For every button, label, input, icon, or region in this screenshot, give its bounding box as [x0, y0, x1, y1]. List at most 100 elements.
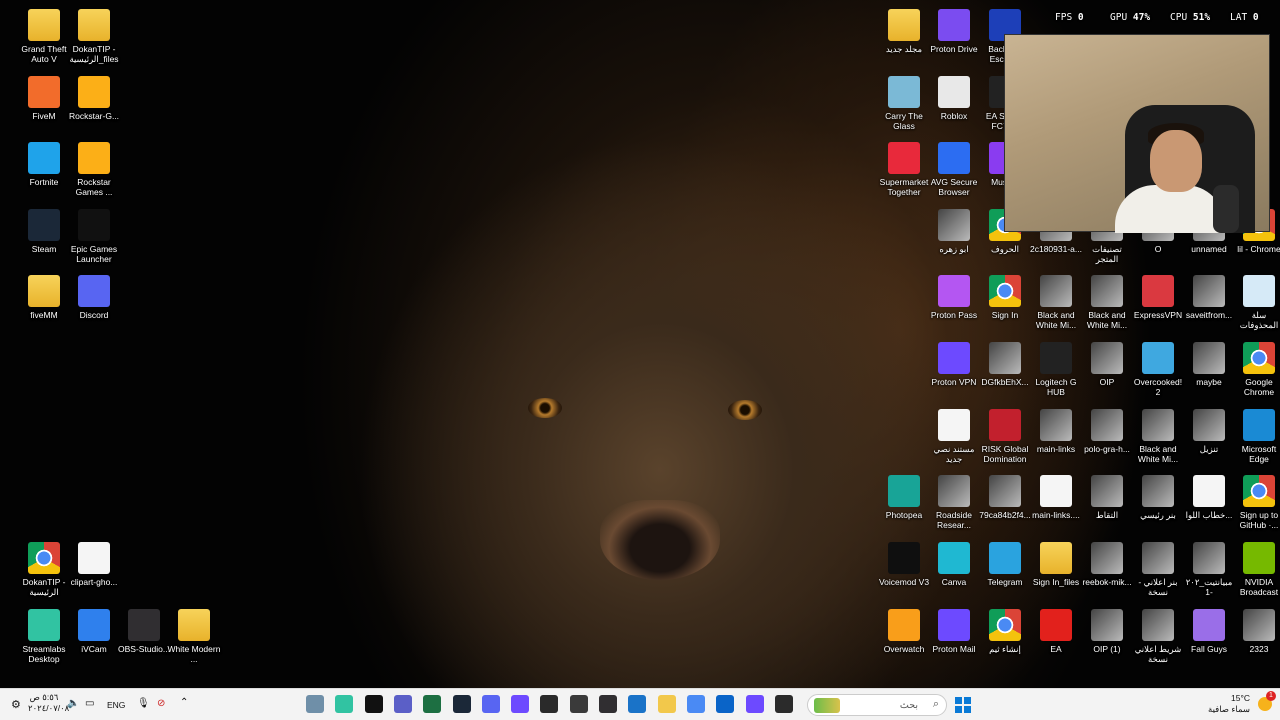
text-file-icon [938, 409, 970, 441]
desktop-icon[interactable]: reebok-mik... [1080, 539, 1134, 605]
desktop-icon[interactable]: DGfkbEhX... [978, 339, 1032, 405]
desktop-icon[interactable]: OIP (1) [1080, 606, 1134, 672]
taskbar-search[interactable]: بحث ⌕ [807, 694, 947, 716]
desktop-icon[interactable]: OBS-Studio... [117, 606, 171, 672]
desktop-icon[interactable]: Logitech G HUB [1029, 339, 1083, 405]
discord-icon[interactable] [481, 695, 500, 713]
desktop-icon[interactable]: 2323 [1232, 606, 1280, 672]
desktop-icon[interactable]: شريط اعلاني نسخة [1131, 606, 1185, 672]
desktop-icon[interactable]: Black and White Mi... [1080, 272, 1134, 338]
desktop-icon[interactable]: AVG Secure Browser [927, 139, 981, 205]
desktop-icon[interactable]: 79ca84b2f4... [978, 472, 1032, 538]
desktop-icon[interactable]: Voicemod V3 [877, 539, 931, 605]
capcut-icon[interactable] [364, 695, 383, 713]
desktop-icon[interactable]: بنر اعلاني - نسخة [1131, 539, 1185, 605]
weather-widget[interactable]: 15°C سماء صافية 1 [1200, 691, 1276, 717]
desktop-icon[interactable]: Grand Theft Auto V [17, 6, 71, 72]
security-icon[interactable]: ⊘ [157, 698, 165, 709]
start-button[interactable] [955, 697, 971, 713]
desktop-icon[interactable]: Proton Pass [927, 272, 981, 338]
desktop-icon[interactable]: Overcooked! 2 [1131, 339, 1185, 405]
desktop-icon[interactable]: Streamlabs Desktop [17, 606, 71, 672]
desktop-icon[interactable]: Microsoft Edge [1232, 406, 1280, 472]
folder-icon [28, 275, 60, 307]
desktop-icon[interactable]: main-links [1029, 406, 1083, 472]
desktop-icon[interactable]: Supermarket Together [877, 139, 931, 205]
desktop-icon[interactable]: Overwatch [877, 606, 931, 672]
desktop-icon[interactable]: Photopea [877, 472, 931, 538]
desktop-icon[interactable]: DokanTIP - الرئيسية [17, 539, 71, 605]
desktop-icon[interactable]: FiveM [17, 73, 71, 139]
desktop-icon[interactable]: Discord [67, 272, 121, 338]
photos-icon[interactable] [306, 695, 324, 713]
desktop-icon[interactable]: clipart-gho... [67, 539, 121, 605]
desktop-icon[interactable]: Sign In [978, 272, 1032, 338]
chrome-icon[interactable] [686, 695, 705, 713]
desktop-icon[interactable]: DokanTIP - الرئيسية_files [67, 6, 121, 72]
language-indicator[interactable]: ENG [107, 700, 125, 710]
vscode-icon[interactable] [628, 695, 647, 713]
speaker-icon[interactable]: 🔈 [67, 698, 79, 709]
desktop-icon[interactable]: Epic Games Launcher [67, 206, 121, 272]
desktop-icon-label: 2c180931-a... [1030, 244, 1082, 254]
desktop-icon[interactable]: Rockstar Games ... [67, 139, 121, 205]
desktop-icon[interactable]: Proton Mail [927, 606, 981, 672]
desktop-icon[interactable]: خطاب اللوا... [1182, 472, 1236, 538]
desktop-icon[interactable]: Rockstar-G... [67, 73, 121, 139]
desktop-icon[interactable]: Proton VPN [927, 339, 981, 405]
show-hidden-icons-chevron-icon[interactable]: ⌃ [180, 697, 188, 708]
desktop-icon[interactable]: Canva [927, 539, 981, 605]
desktop-icon[interactable]: Roblox [927, 73, 981, 139]
excel-icon[interactable] [423, 695, 442, 713]
desktop-icon[interactable]: saveitfrom... [1182, 272, 1236, 338]
desktop-icon[interactable]: Steam [17, 206, 71, 272]
streamlabs-icon[interactable] [335, 695, 354, 713]
desktop-icon[interactable]: Proton Drive [927, 6, 981, 72]
desktop-icon[interactable]: Black and White Mi... [1131, 406, 1185, 472]
unity-icon[interactable] [569, 695, 588, 713]
desktop-icon[interactable]: إنشاء ثيم [978, 606, 1032, 672]
desktop-icon[interactable]: تنزيل [1182, 406, 1236, 472]
desktop-icon[interactable]: fiveMM [17, 272, 71, 338]
headset-icon[interactable] [511, 695, 530, 713]
desktop-icon[interactable]: Sign up to GitHub ·... [1232, 472, 1280, 538]
desktop-icon[interactable]: NVIDIA Broadcast [1232, 539, 1280, 605]
desktop-icon[interactable]: مجلد جديد [877, 6, 931, 72]
network-icon[interactable]: ▭ [85, 698, 94, 709]
clock[interactable]: ٥:٥٦ ص ٢٠٢٤/٠٧/٠٨ [28, 692, 69, 714]
desktop-icon[interactable]: polo-gra-h... [1080, 406, 1134, 472]
desktop-icon[interactable]: Fortnite [17, 139, 71, 205]
desktop-icon[interactable]: بنر رئيسي [1131, 472, 1185, 538]
desktop-icon[interactable]: التقاط [1080, 472, 1134, 538]
epic-games-icon[interactable] [540, 695, 559, 713]
desktop-icon[interactable]: maybe [1182, 339, 1236, 405]
desktop-icon[interactable]: Black and White Mi... [1029, 272, 1083, 338]
desktop-icon[interactable]: Fall Guys [1182, 606, 1236, 672]
terminal-icon[interactable] [774, 695, 793, 713]
desktop-icon[interactable]: ExpressVPN [1131, 272, 1185, 338]
desktop-icon[interactable]: مبيانتيت_٢٠٢ -1 [1182, 539, 1236, 605]
obs-icon[interactable] [599, 695, 617, 713]
file-explorer-icon[interactable] [657, 695, 676, 713]
desktop-icon[interactable]: OIP [1080, 339, 1134, 405]
desktop-icon[interactable]: RISK Global Domination [978, 406, 1032, 472]
desktop-icon-label: Microsoft Edge [1241, 444, 1277, 464]
desktop-icon[interactable]: ابو زهره [927, 206, 981, 272]
desktop-icon[interactable]: main-links.... [1029, 472, 1083, 538]
desktop-icon[interactable]: مستند نصي جديد [927, 406, 981, 472]
notification-bell-icon[interactable]: ⚙ [11, 698, 21, 711]
teams-icon[interactable] [393, 695, 412, 713]
desktop-icon[interactable]: iVCam [67, 606, 121, 672]
desktop-icon[interactable]: سلة المحذوفات [1232, 272, 1280, 338]
desktop-icon[interactable]: Telegram [978, 539, 1032, 605]
desktop-icon[interactable]: Roadside Resear... [927, 472, 981, 538]
desktop-icon[interactable]: White Modern ... [167, 606, 221, 672]
desktop-icon[interactable]: EA [1029, 606, 1083, 672]
outlook-icon[interactable] [716, 695, 735, 713]
desktop-icon[interactable]: Sign In_files [1029, 539, 1083, 605]
microphone-icon[interactable]: 🎙 [137, 698, 150, 709]
desktop-icon[interactable]: Carry The Glass [877, 73, 931, 139]
steam-icon[interactable] [452, 695, 471, 713]
desktop-icon[interactable]: Google Chrome [1232, 339, 1280, 405]
proton-vpn-icon[interactable] [745, 695, 764, 713]
